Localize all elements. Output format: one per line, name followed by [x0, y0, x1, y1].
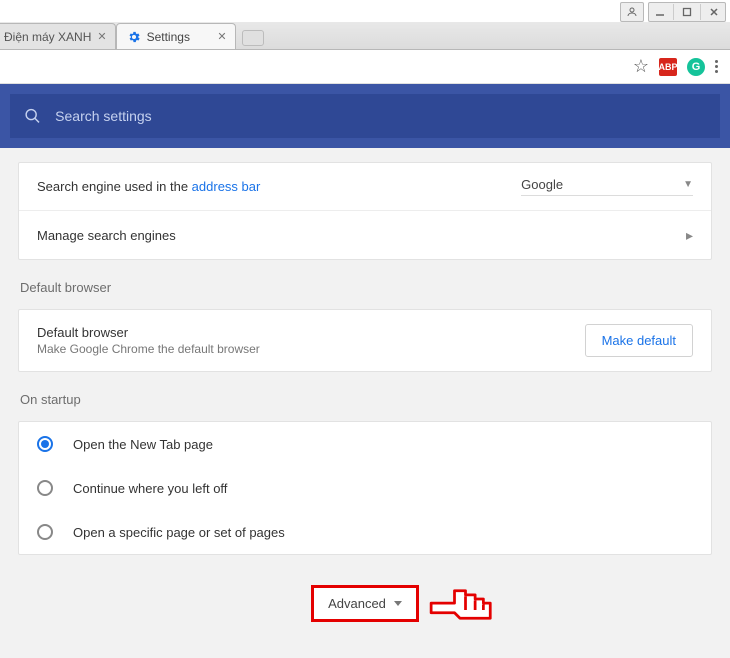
- chevron-down-icon: ▼: [683, 179, 693, 190]
- chrome-menu-icon[interactable]: [715, 60, 718, 73]
- startup-option-new-tab[interactable]: Open the New Tab page: [19, 422, 711, 466]
- browser-tab[interactable]: Điện máy XANH ✕: [0, 23, 116, 49]
- grammarly-extension-icon[interactable]: G: [687, 58, 705, 76]
- advanced-label: Advanced: [328, 596, 386, 611]
- bookmark-star-icon[interactable]: ☆: [633, 56, 649, 77]
- startup-option-label: Continue where you left off: [73, 481, 227, 496]
- search-engine-row: Search engine used in the address bar Go…: [19, 163, 711, 211]
- startup-option-continue[interactable]: Continue where you left off: [19, 466, 711, 510]
- close-window-button[interactable]: [704, 4, 724, 20]
- search-engine-label: Search engine used in the address bar: [37, 179, 521, 194]
- radio-icon: [37, 524, 53, 540]
- settings-favicon: [127, 30, 141, 44]
- tab-title: Điện máy XANH: [4, 30, 91, 44]
- maximize-button[interactable]: [677, 4, 697, 20]
- close-tab-icon[interactable]: ✕: [97, 30, 106, 43]
- default-browser-subtitle: Make Google Chrome the default browser: [37, 342, 585, 356]
- startup-option-specific[interactable]: Open a specific page or set of pages: [19, 510, 711, 554]
- close-tab-icon[interactable]: ✕: [217, 30, 226, 43]
- default-browser-card: Default browser Make Google Chrome the d…: [18, 309, 712, 372]
- search-settings-input[interactable]: [55, 108, 706, 124]
- chevron-down-icon: [394, 601, 402, 606]
- advanced-button[interactable]: Advanced: [311, 585, 419, 622]
- window-controls: [0, 0, 730, 22]
- minimize-button[interactable]: [650, 4, 670, 20]
- manage-engines-label: Manage search engines: [37, 228, 686, 243]
- selected-engine: Google: [521, 177, 563, 192]
- user-icon[interactable]: [622, 4, 642, 20]
- startup-card: Open the New Tab page Continue where you…: [18, 421, 712, 555]
- default-browser-title: Default browser: [37, 325, 585, 340]
- chevron-right-icon: ▸: [686, 227, 693, 244]
- toolbar: ☆ ABP G: [0, 50, 730, 84]
- advanced-section: Advanced: [18, 585, 712, 622]
- pointing-hand-annotation: [425, 577, 495, 635]
- search-icon: [24, 107, 41, 125]
- search-banner: [0, 84, 730, 148]
- default-browser-row: Default browser Make Google Chrome the d…: [19, 310, 711, 371]
- radio-icon: [37, 436, 53, 452]
- adblock-extension-icon[interactable]: ABP: [659, 58, 677, 76]
- radio-icon: [37, 480, 53, 496]
- search-engine-select[interactable]: Google ▼: [521, 177, 693, 196]
- default-browser-section-title: Default browser: [20, 280, 712, 295]
- new-tab-button[interactable]: [242, 30, 264, 46]
- manage-search-engines-row[interactable]: Manage search engines ▸: [19, 211, 711, 259]
- search-engine-card: Search engine used in the address bar Go…: [18, 162, 712, 260]
- tab-title: Settings: [147, 30, 190, 44]
- startup-option-label: Open a specific page or set of pages: [73, 525, 285, 540]
- on-startup-section-title: On startup: [20, 392, 712, 407]
- settings-content: Search engine used in the address bar Go…: [0, 84, 730, 658]
- startup-option-label: Open the New Tab page: [73, 437, 213, 452]
- browser-tab-active[interactable]: Settings ✕: [116, 23, 236, 49]
- address-bar-link[interactable]: address bar: [192, 179, 261, 194]
- tab-strip: Điện máy XANH ✕ Settings ✕: [0, 22, 730, 50]
- make-default-button[interactable]: Make default: [585, 324, 693, 357]
